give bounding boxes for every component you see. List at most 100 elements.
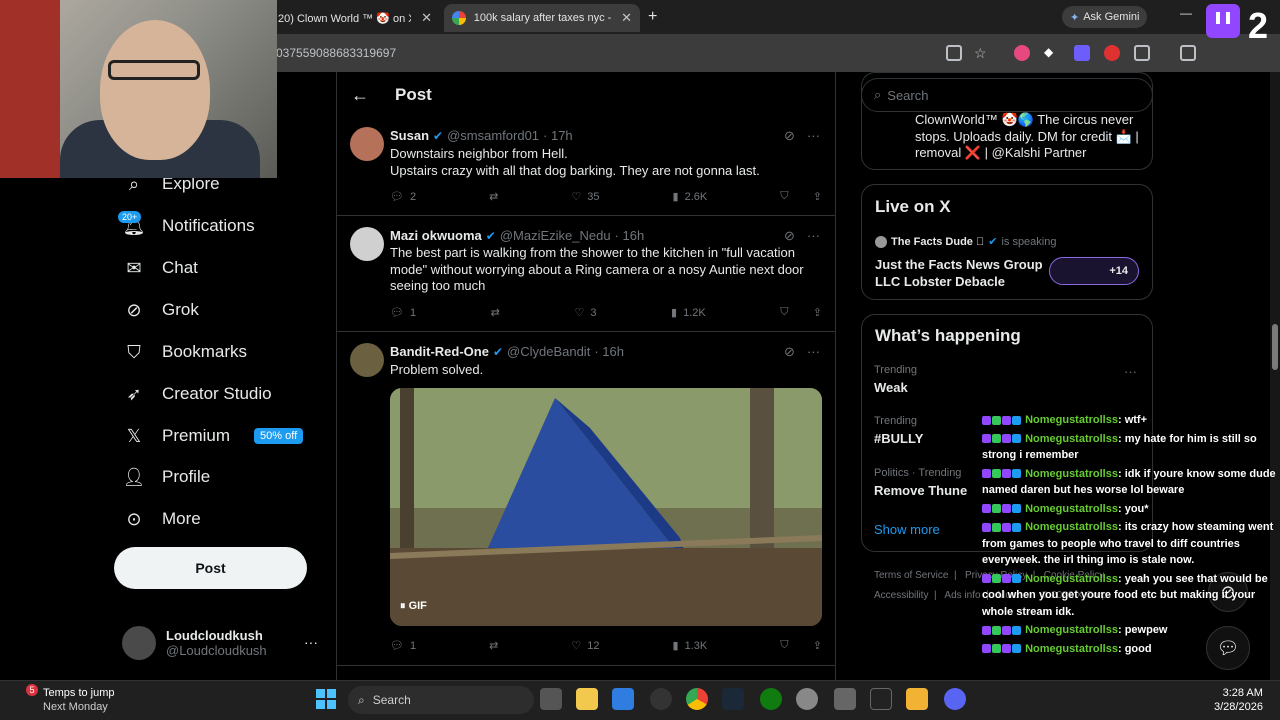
tab-clown-world[interactable]: 20) Clown World ™ 🤡 on X: "... ✕ bbox=[270, 4, 440, 32]
like-button[interactable]: ♡ 3 bbox=[574, 306, 596, 320]
install-icon[interactable] bbox=[946, 45, 962, 61]
windows-start-icon[interactable] bbox=[316, 689, 336, 709]
tweet-author-handle[interactable]: @smsamford01 bbox=[447, 128, 539, 143]
back-arrow-icon[interactable]: ← bbox=[351, 85, 369, 106]
tweet-author-name[interactable]: Bandit-Red-One bbox=[390, 344, 489, 359]
extension-icon[interactable] bbox=[1074, 45, 1090, 61]
views-button[interactable]: ▮ 2.6K bbox=[673, 190, 708, 204]
listener-count: +14 bbox=[1109, 265, 1128, 277]
weather-widget[interactable]: Temps to jump Next Monday bbox=[43, 686, 115, 714]
search-input[interactable]: ⌕ Search bbox=[861, 78, 1153, 112]
sidebar-item-chat[interactable]: ✉ Chat bbox=[122, 254, 197, 282]
tweet-time[interactable]: · 17h bbox=[543, 128, 573, 143]
extension-icon[interactable] bbox=[1104, 45, 1120, 61]
tweet-time[interactable]: · 16h bbox=[594, 344, 624, 359]
extension-icon[interactable]: ◆ bbox=[1044, 45, 1060, 61]
xbox-icon[interactable] bbox=[760, 688, 782, 710]
avatar[interactable] bbox=[350, 343, 384, 377]
reply-button[interactable]: 💬︎ 2 bbox=[390, 190, 416, 204]
more-dots-icon[interactable]: ··· bbox=[807, 344, 820, 360]
reply-button[interactable]: 💬︎ 1 bbox=[390, 639, 417, 653]
close-icon[interactable]: ✕ bbox=[621, 10, 632, 26]
tweet-author-handle[interactable]: @ClydeBandit bbox=[507, 344, 590, 359]
trend-item[interactable]: Politics · Trending Remove Thune bbox=[874, 467, 967, 498]
new-tab-button[interactable]: + bbox=[648, 8, 657, 26]
like-button[interactable]: ♡ 35 bbox=[571, 190, 599, 204]
retweet-button[interactable]: ⇄ bbox=[491, 306, 500, 319]
taskbar-clock[interactable]: 3:28 AM 3/28/2026 bbox=[1214, 686, 1263, 714]
sidebar-item-profile[interactable]: 👤︎ Profile bbox=[122, 463, 211, 491]
tab-salary-search[interactable]: 100k salary after taxes nyc - Go... ✕ bbox=[444, 4, 640, 32]
sidebar-item-more[interactable]: ⊙ More bbox=[122, 505, 200, 533]
space-title[interactable]: Just the Facts News Group LLC Lobster De… bbox=[875, 256, 1043, 290]
tweet-author-handle[interactable]: @MaziEzike_Nedu bbox=[500, 228, 611, 243]
bookmark-icon[interactable]: ⛉ bbox=[780, 306, 788, 319]
store-icon[interactable] bbox=[612, 688, 634, 710]
sidebar-item-bookmarks[interactable]: ⛉ Bookmarks bbox=[122, 338, 247, 366]
more-dots-icon[interactable]: ··· bbox=[1124, 364, 1137, 379]
gif-controls[interactable]: ⏸ GIF bbox=[400, 600, 427, 613]
tweet-time[interactable]: · 16h bbox=[615, 228, 645, 243]
more-dots-icon[interactable]: ··· bbox=[304, 634, 318, 650]
whats-happening-title: What’s happening bbox=[875, 326, 1021, 345]
retweet-button[interactable]: ⇄ bbox=[489, 190, 498, 203]
retweet-button[interactable]: ⇄ bbox=[489, 639, 498, 652]
app-icon[interactable] bbox=[796, 688, 818, 710]
live-title: Live on X bbox=[875, 197, 951, 216]
grok-icon[interactable]: ⊘ bbox=[784, 344, 795, 360]
scrollbar-thumb[interactable] bbox=[1272, 324, 1278, 370]
live-host[interactable]: The Facts Dude 🏽 ✔ is speaking bbox=[875, 235, 1056, 248]
star-icon[interactable]: ☆ bbox=[974, 45, 990, 61]
sidebar-item-creator-studio[interactable]: ➶ Creator Studio bbox=[122, 380, 271, 408]
trend-item[interactable]: Trending Weak bbox=[874, 364, 917, 395]
extension-icon[interactable] bbox=[1014, 45, 1030, 61]
sidepanel-icon[interactable] bbox=[1180, 45, 1196, 61]
footer-link[interactable]: Ads info bbox=[944, 590, 980, 601]
close-icon[interactable]: ✕ bbox=[421, 10, 432, 26]
share-icon[interactable]: ⇪ bbox=[813, 306, 822, 319]
app-icon[interactable] bbox=[870, 688, 892, 710]
task-view-icon[interactable] bbox=[540, 688, 562, 710]
calculator-icon[interactable] bbox=[834, 688, 856, 710]
file-explorer-icon[interactable] bbox=[576, 688, 598, 710]
views-button[interactable]: ▮ 1.2K bbox=[671, 306, 706, 320]
share-icon[interactable]: ⇪ bbox=[813, 639, 822, 652]
footer-link[interactable]: Accessibility bbox=[874, 590, 928, 601]
tweet-author-name[interactable]: Susan bbox=[390, 128, 429, 143]
sidebar-item-premium[interactable]: 𝕏 Premium 50% off bbox=[122, 422, 304, 450]
trend-item[interactable]: Trending #BULLY bbox=[874, 415, 923, 446]
chrome-icon[interactable] bbox=[686, 688, 708, 710]
footer-link[interactable]: Terms of Service bbox=[874, 570, 948, 581]
avatar[interactable] bbox=[350, 127, 384, 161]
bookmark-icon[interactable]: ⛉ bbox=[780, 190, 788, 203]
reply-count: 1 bbox=[409, 639, 417, 652]
more-dots-icon[interactable]: ··· bbox=[807, 228, 820, 244]
tweet-author-name[interactable]: Mazi okwuoma bbox=[390, 228, 482, 243]
badge-icon bbox=[1002, 644, 1011, 654]
url-field[interactable]: 037559088683319697 bbox=[276, 46, 396, 60]
grok-icon[interactable]: ⊘ bbox=[784, 228, 795, 244]
taskbar-search[interactable]: ⌕ Search bbox=[348, 686, 534, 714]
views-button[interactable]: ▮ 1.3K bbox=[673, 639, 708, 653]
ask-gemini-button[interactable]: ✦ Ask Gemini bbox=[1062, 6, 1148, 28]
avatar[interactable] bbox=[350, 227, 384, 261]
minimize-button[interactable]: — bbox=[1180, 6, 1192, 20]
share-icon[interactable]: ⇪ bbox=[813, 190, 822, 203]
account-switcher[interactable]: Loudcloudkush @Loudcloudkush bbox=[122, 626, 267, 660]
steam-icon[interactable] bbox=[722, 688, 744, 710]
grok-icon[interactable]: ⊘ bbox=[784, 128, 795, 144]
reply-button[interactable]: 💬︎ 1 bbox=[390, 306, 416, 320]
post-button[interactable]: Post bbox=[114, 547, 307, 589]
listeners-pill[interactable]: +14 bbox=[1049, 257, 1139, 285]
discord-icon[interactable] bbox=[944, 688, 966, 710]
like-button[interactable]: ♡ 12 bbox=[571, 639, 599, 653]
obs-icon[interactable] bbox=[650, 688, 672, 710]
sidebar-item-grok[interactable]: ⊘ Grok bbox=[122, 296, 198, 324]
sidebar-item-notifications[interactable]: 🔔︎ Notifications bbox=[122, 212, 255, 240]
tweet-gif[interactable] bbox=[390, 388, 822, 626]
rockstar-icon[interactable] bbox=[906, 688, 928, 710]
bookmark-icon[interactable]: ⛉ bbox=[780, 639, 788, 652]
more-dots-icon[interactable]: ··· bbox=[807, 128, 820, 144]
show-more-link[interactable]: Show more bbox=[874, 522, 940, 537]
puzzle-icon[interactable] bbox=[1134, 45, 1150, 61]
